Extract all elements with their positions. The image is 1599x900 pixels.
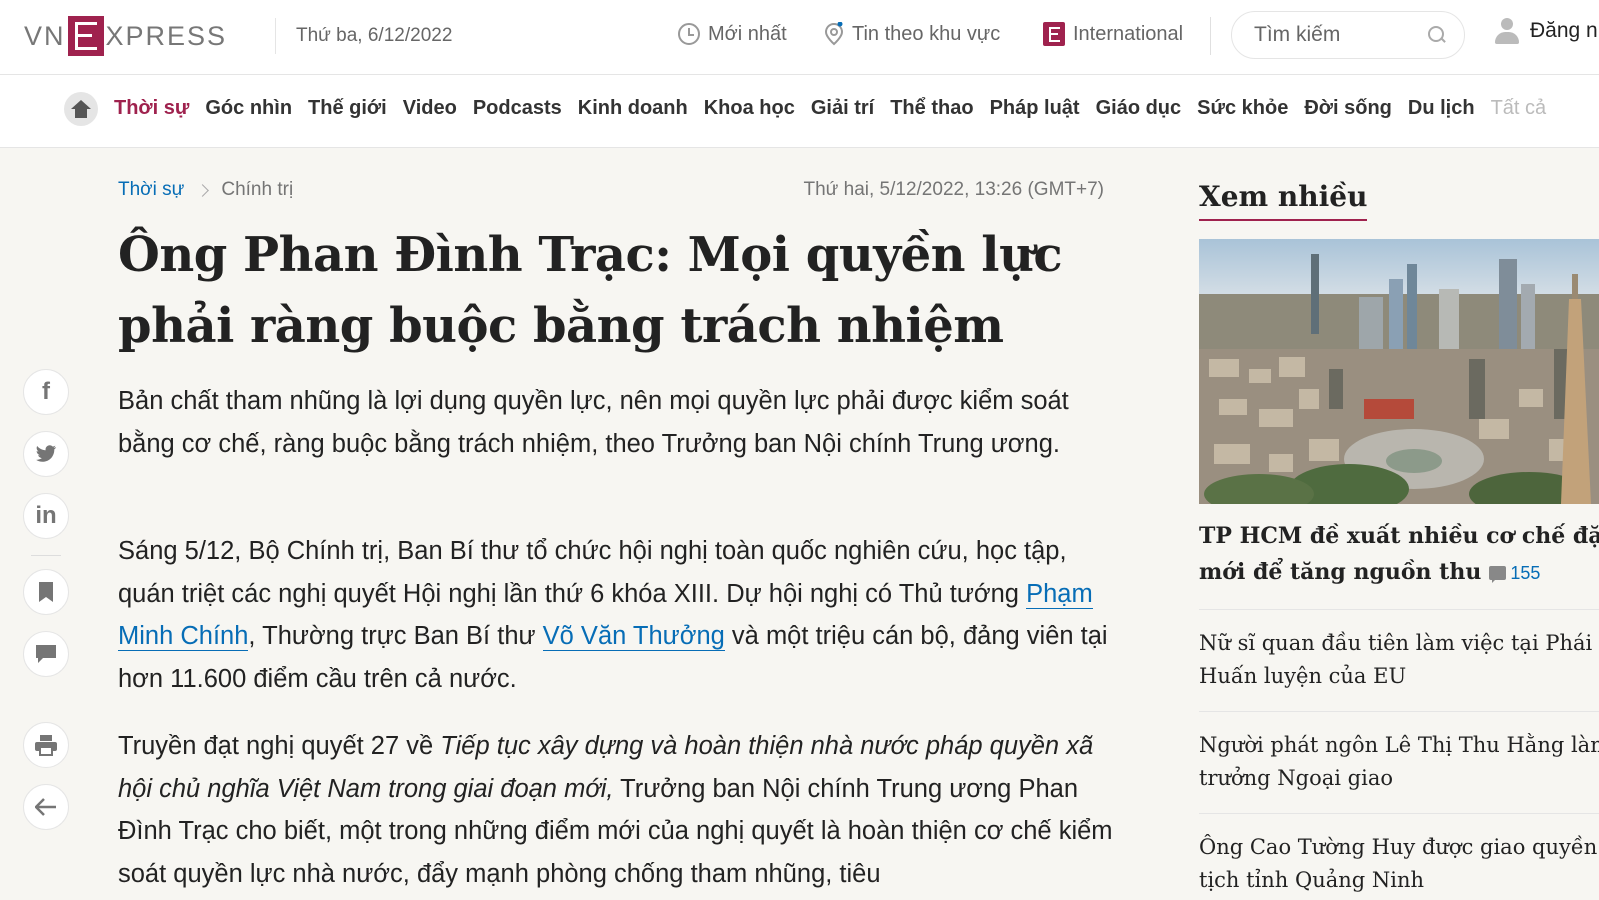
vnexpress-logo[interactable]: VN XPRESS: [24, 14, 227, 58]
top-story-title-text: mới để tăng nguồn thu: [1199, 559, 1482, 585]
most-viewed-item[interactable]: Nữ sĩ quan đầu tiên làm việc tại Phái bộ…: [1199, 627, 1599, 693]
regional-news-label: Tin theo khu vực: [852, 22, 1001, 45]
comment-button[interactable]: [23, 631, 69, 677]
international-link[interactable]: International: [1043, 18, 1183, 50]
category-giao-duc[interactable]: Giáo dục: [1096, 97, 1182, 120]
category-phap-luat[interactable]: Pháp luật: [990, 97, 1080, 120]
print-icon: [35, 735, 57, 756]
category-khoa-hoc[interactable]: Khoa học: [704, 97, 795, 120]
category-podcasts[interactable]: Podcasts: [473, 97, 562, 120]
article-date: Thứ hai, 5/12/2022, 13:26 (GMT+7): [803, 179, 1104, 200]
facebook-icon: f: [42, 378, 50, 405]
article-title: Ông Phan Đình Trạc: Mọi quyền lực phải r…: [118, 227, 1063, 354]
article-lead: Bản chất tham nhũng là lợi dụng quyền lự…: [118, 387, 1069, 458]
category-doi-song[interactable]: Đời sống: [1304, 97, 1392, 120]
top-story-image[interactable]: [1199, 239, 1599, 504]
search-input[interactable]: [1254, 23, 1424, 47]
breadcrumb-thoi-su[interactable]: Thời sự: [118, 179, 184, 201]
comment-count[interactable]: 155: [1510, 563, 1540, 583]
link-vo-van-thuong[interactable]: Võ Văn Thưởng: [542, 622, 725, 651]
twitter-icon: [36, 445, 57, 462]
logo-text-right: XPRESS: [105, 20, 228, 51]
top-story-title-line2: mới để tăng nguồn thu 155: [1199, 554, 1599, 591]
category-giai-tri[interactable]: Giải trí: [811, 97, 874, 120]
most-viewed-item-line2: Huấn luyện của EU: [1199, 664, 1407, 688]
top-story-title[interactable]: TP HCM đề xuất nhiều cơ chế đặc thù mới …: [1199, 518, 1599, 591]
header-divider: [1210, 17, 1211, 55]
regional-news-link[interactable]: Tin theo khu vực: [824, 18, 1000, 50]
category-suc-khoe[interactable]: Sức khỏe: [1197, 97, 1288, 120]
location-pin-icon: [824, 22, 844, 46]
latest-news-label: Mới nhất: [708, 22, 787, 45]
most-viewed-item-line1: Người phát ngôn Lê Thị Thu Hằng làm Thứ: [1199, 733, 1599, 757]
most-viewed-heading: Xem nhiều: [1199, 180, 1368, 221]
bookmark-button[interactable]: [23, 569, 69, 615]
top-story-title-line1: TP HCM đề xuất nhiều cơ chế đặc thù: [1199, 523, 1599, 549]
top-bar: VN XPRESS Thứ ba, 6/12/2022 Mới nhất Tin…: [0, 0, 1599, 75]
sidebar-divider: [1199, 813, 1599, 814]
most-viewed-item[interactable]: Người phát ngôn Lê Thị Thu Hằng làm Thứ …: [1199, 729, 1599, 795]
category-the-gioi[interactable]: Thế giới: [308, 97, 387, 120]
paragraph-text: Sáng 5/12, Bộ Chính trị, Ban Bí thư tổ c…: [118, 537, 1067, 608]
chevron-right-icon: [196, 183, 210, 197]
logo-e-mark: [67, 16, 104, 56]
current-date: Thứ ba, 6/12/2022: [275, 18, 452, 54]
home-icon: [71, 100, 91, 118]
category-thoi-su[interactable]: Thời sự: [114, 97, 189, 120]
category-all[interactable]: Tất cả: [1491, 97, 1547, 120]
most-viewed-item-line2: trưởng Ngoại giao: [1199, 766, 1393, 790]
user-icon: [1494, 18, 1520, 44]
facebook-share-button[interactable]: f: [23, 369, 69, 415]
most-viewed-item-line1: Ông Cao Tường Huy được giao quyền Chủ: [1199, 835, 1599, 859]
international-e-icon: [1043, 22, 1065, 46]
linkedin-icon: in: [35, 502, 57, 529]
category-video[interactable]: Video: [403, 97, 457, 120]
search-box[interactable]: [1231, 11, 1465, 59]
category-nav: Thời sự Góc nhìn Thế giới Video Podcasts…: [0, 75, 1599, 148]
search-icon[interactable]: [1428, 26, 1446, 44]
international-label: International: [1073, 22, 1184, 45]
linkedin-share-button[interactable]: in: [23, 493, 69, 539]
category-the-thao[interactable]: Thể thao: [890, 97, 973, 120]
login-label: Đăng nhập: [1530, 19, 1599, 42]
rail-divider: [31, 555, 61, 556]
latest-news-link[interactable]: Mới nhất: [678, 18, 787, 50]
article-paragraph-2: Truyền đạt nghị quyết 27 về Tiếp tục xây…: [118, 725, 1118, 895]
paragraph-text: Truyền đạt nghị quyết 27 về: [118, 732, 441, 760]
sidebar-divider: [1199, 711, 1599, 712]
back-button[interactable]: [23, 784, 69, 830]
sidebar-divider: [1199, 609, 1599, 610]
twitter-share-button[interactable]: [23, 431, 69, 477]
comment-count-icon: [1489, 566, 1507, 583]
article-paragraph-1: Sáng 5/12, Bộ Chính trị, Ban Bí thư tổ c…: [118, 530, 1118, 700]
category-du-lich[interactable]: Du lịch: [1408, 97, 1475, 120]
category-list: Thời sự Góc nhìn Thế giới Video Podcasts…: [114, 97, 1562, 120]
logo-text-left: VN: [24, 20, 66, 51]
home-button[interactable]: [64, 92, 98, 126]
category-kinh-doanh[interactable]: Kinh doanh: [578, 97, 688, 120]
paragraph-text: , Thường trực Ban Bí thư: [248, 622, 543, 650]
breadcrumb: Thời sự Chính trị: [118, 179, 293, 201]
login-button[interactable]: Đăng nhập: [1494, 18, 1599, 44]
breadcrumb-chinh-tri[interactable]: Chính trị: [221, 179, 293, 201]
category-goc-nhin[interactable]: Góc nhìn: [205, 97, 292, 120]
most-viewed-item-line1: Nữ sĩ quan đầu tiên làm việc tại Phái bộ: [1199, 631, 1599, 655]
print-button[interactable]: [23, 722, 69, 768]
comment-icon: [36, 645, 56, 663]
most-viewed-item[interactable]: Ông Cao Tường Huy được giao quyền Chủ tị…: [1199, 831, 1599, 897]
bookmark-icon: [39, 582, 53, 602]
most-viewed-item-line2: tịch tỉnh Quảng Ninh: [1199, 868, 1425, 892]
clock-icon: [678, 23, 700, 45]
arrow-left-icon: [35, 798, 56, 816]
